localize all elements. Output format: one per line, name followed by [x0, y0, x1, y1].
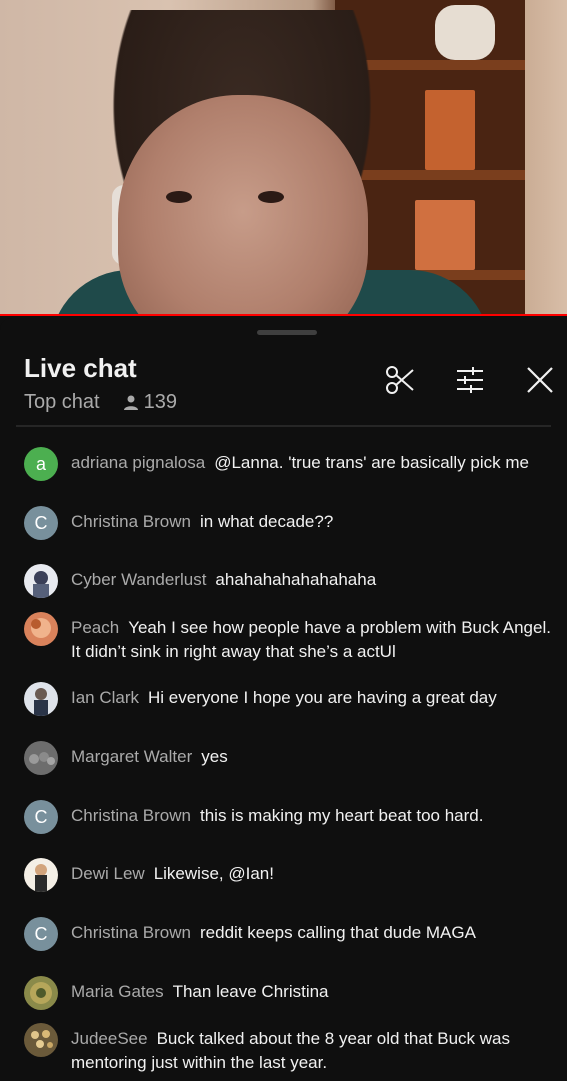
scissors-icon[interactable] — [384, 364, 416, 396]
chat-text: @Lanna. 'true trans' are basically pick … — [214, 453, 530, 472]
chat-message: JudeeSee Buck talked about the 8 year old… — [24, 1023, 554, 1075]
header-divider — [16, 425, 551, 427]
chat-message: C Christina Brown in what decade?? — [24, 506, 554, 540]
chat-text: Likewise, @Ian! — [153, 864, 274, 883]
chat-author[interactable]: Dewi Lew — [71, 864, 145, 883]
chat-author[interactable]: Ian Clark — [71, 688, 139, 707]
avatar[interactable] — [24, 1023, 58, 1057]
chat-author[interactable]: adriana pignalosa — [71, 453, 205, 472]
chat-text: yes — [201, 747, 228, 766]
chat-author[interactable]: Margaret Walter — [71, 747, 192, 766]
chat-text: Yeah I see how people have a problem wit… — [71, 618, 551, 661]
avatar[interactable]: C — [24, 506, 58, 540]
chat-text: Than leave Christina — [172, 982, 329, 1001]
chat-message: C Christina Brown this is making my heart… — [24, 800, 554, 834]
chat-message: Ian Clark Hi everyone I hope you are havi… — [24, 682, 554, 716]
chat-text: ahahahahahahahaha — [215, 570, 377, 589]
chat-author[interactable]: JudeeSee — [71, 1029, 148, 1048]
chat-author[interactable]: Christina Brown — [71, 806, 191, 825]
chat-message: Dewi Lew Likewise, @Ian! — [24, 858, 554, 892]
chat-author[interactable]: Christina Brown — [71, 512, 191, 531]
chat-author[interactable]: Cyber Wanderlust — [71, 570, 206, 589]
avatar[interactable] — [24, 682, 58, 716]
chat-text: in what decade?? — [200, 512, 334, 531]
avatar[interactable] — [24, 858, 58, 892]
chat-author[interactable]: Christina Brown — [71, 923, 191, 942]
chat-title: Live chat — [24, 353, 137, 383]
avatar[interactable] — [24, 976, 58, 1010]
chat-author[interactable]: Peach — [71, 618, 119, 637]
avatar[interactable] — [24, 564, 58, 598]
chat-subtitle: Top chat 139 — [24, 391, 177, 414]
avatar[interactable]: C — [24, 800, 58, 834]
progress-bar — [0, 314, 567, 316]
chat-message: Cyber Wanderlust ahahahahahahahaha — [24, 564, 554, 598]
avatar[interactable]: C — [24, 917, 58, 951]
chat-message: Margaret Walter yes — [24, 741, 554, 775]
live-chat-panel: Live chat Top chat 139 a adriana pignalo… — [0, 318, 567, 1081]
person-icon — [123, 395, 138, 410]
chat-author[interactable]: Maria Gates — [71, 982, 164, 1001]
avatar[interactable] — [24, 741, 58, 775]
chat-message: a adriana pignalosa @Lanna. 'true trans' … — [24, 447, 554, 481]
close-icon[interactable] — [524, 364, 556, 396]
chat-message: C Christina Brown reddit keeps calling th… — [24, 917, 554, 951]
viewer-count-value: 139 — [143, 391, 177, 413]
drag-handle[interactable] — [257, 330, 317, 335]
chat-text: Hi everyone I hope you are having a grea… — [148, 688, 497, 707]
chat-message: Peach Yeah I see how people have a proble… — [24, 612, 554, 664]
chat-message: Maria Gates Than leave Christina — [24, 976, 554, 1010]
avatar[interactable]: a — [24, 447, 58, 481]
avatar[interactable] — [24, 612, 58, 646]
viewer-count: 139 — [122, 391, 177, 414]
chat-text: this is making my heart beat too hard. — [200, 806, 484, 825]
chat-mode-dropdown[interactable]: Top chat — [24, 391, 100, 414]
sliders-icon[interactable] — [454, 364, 486, 396]
video-player[interactable] — [0, 0, 567, 316]
chat-text: reddit keeps calling that dude MAGA — [200, 923, 476, 942]
